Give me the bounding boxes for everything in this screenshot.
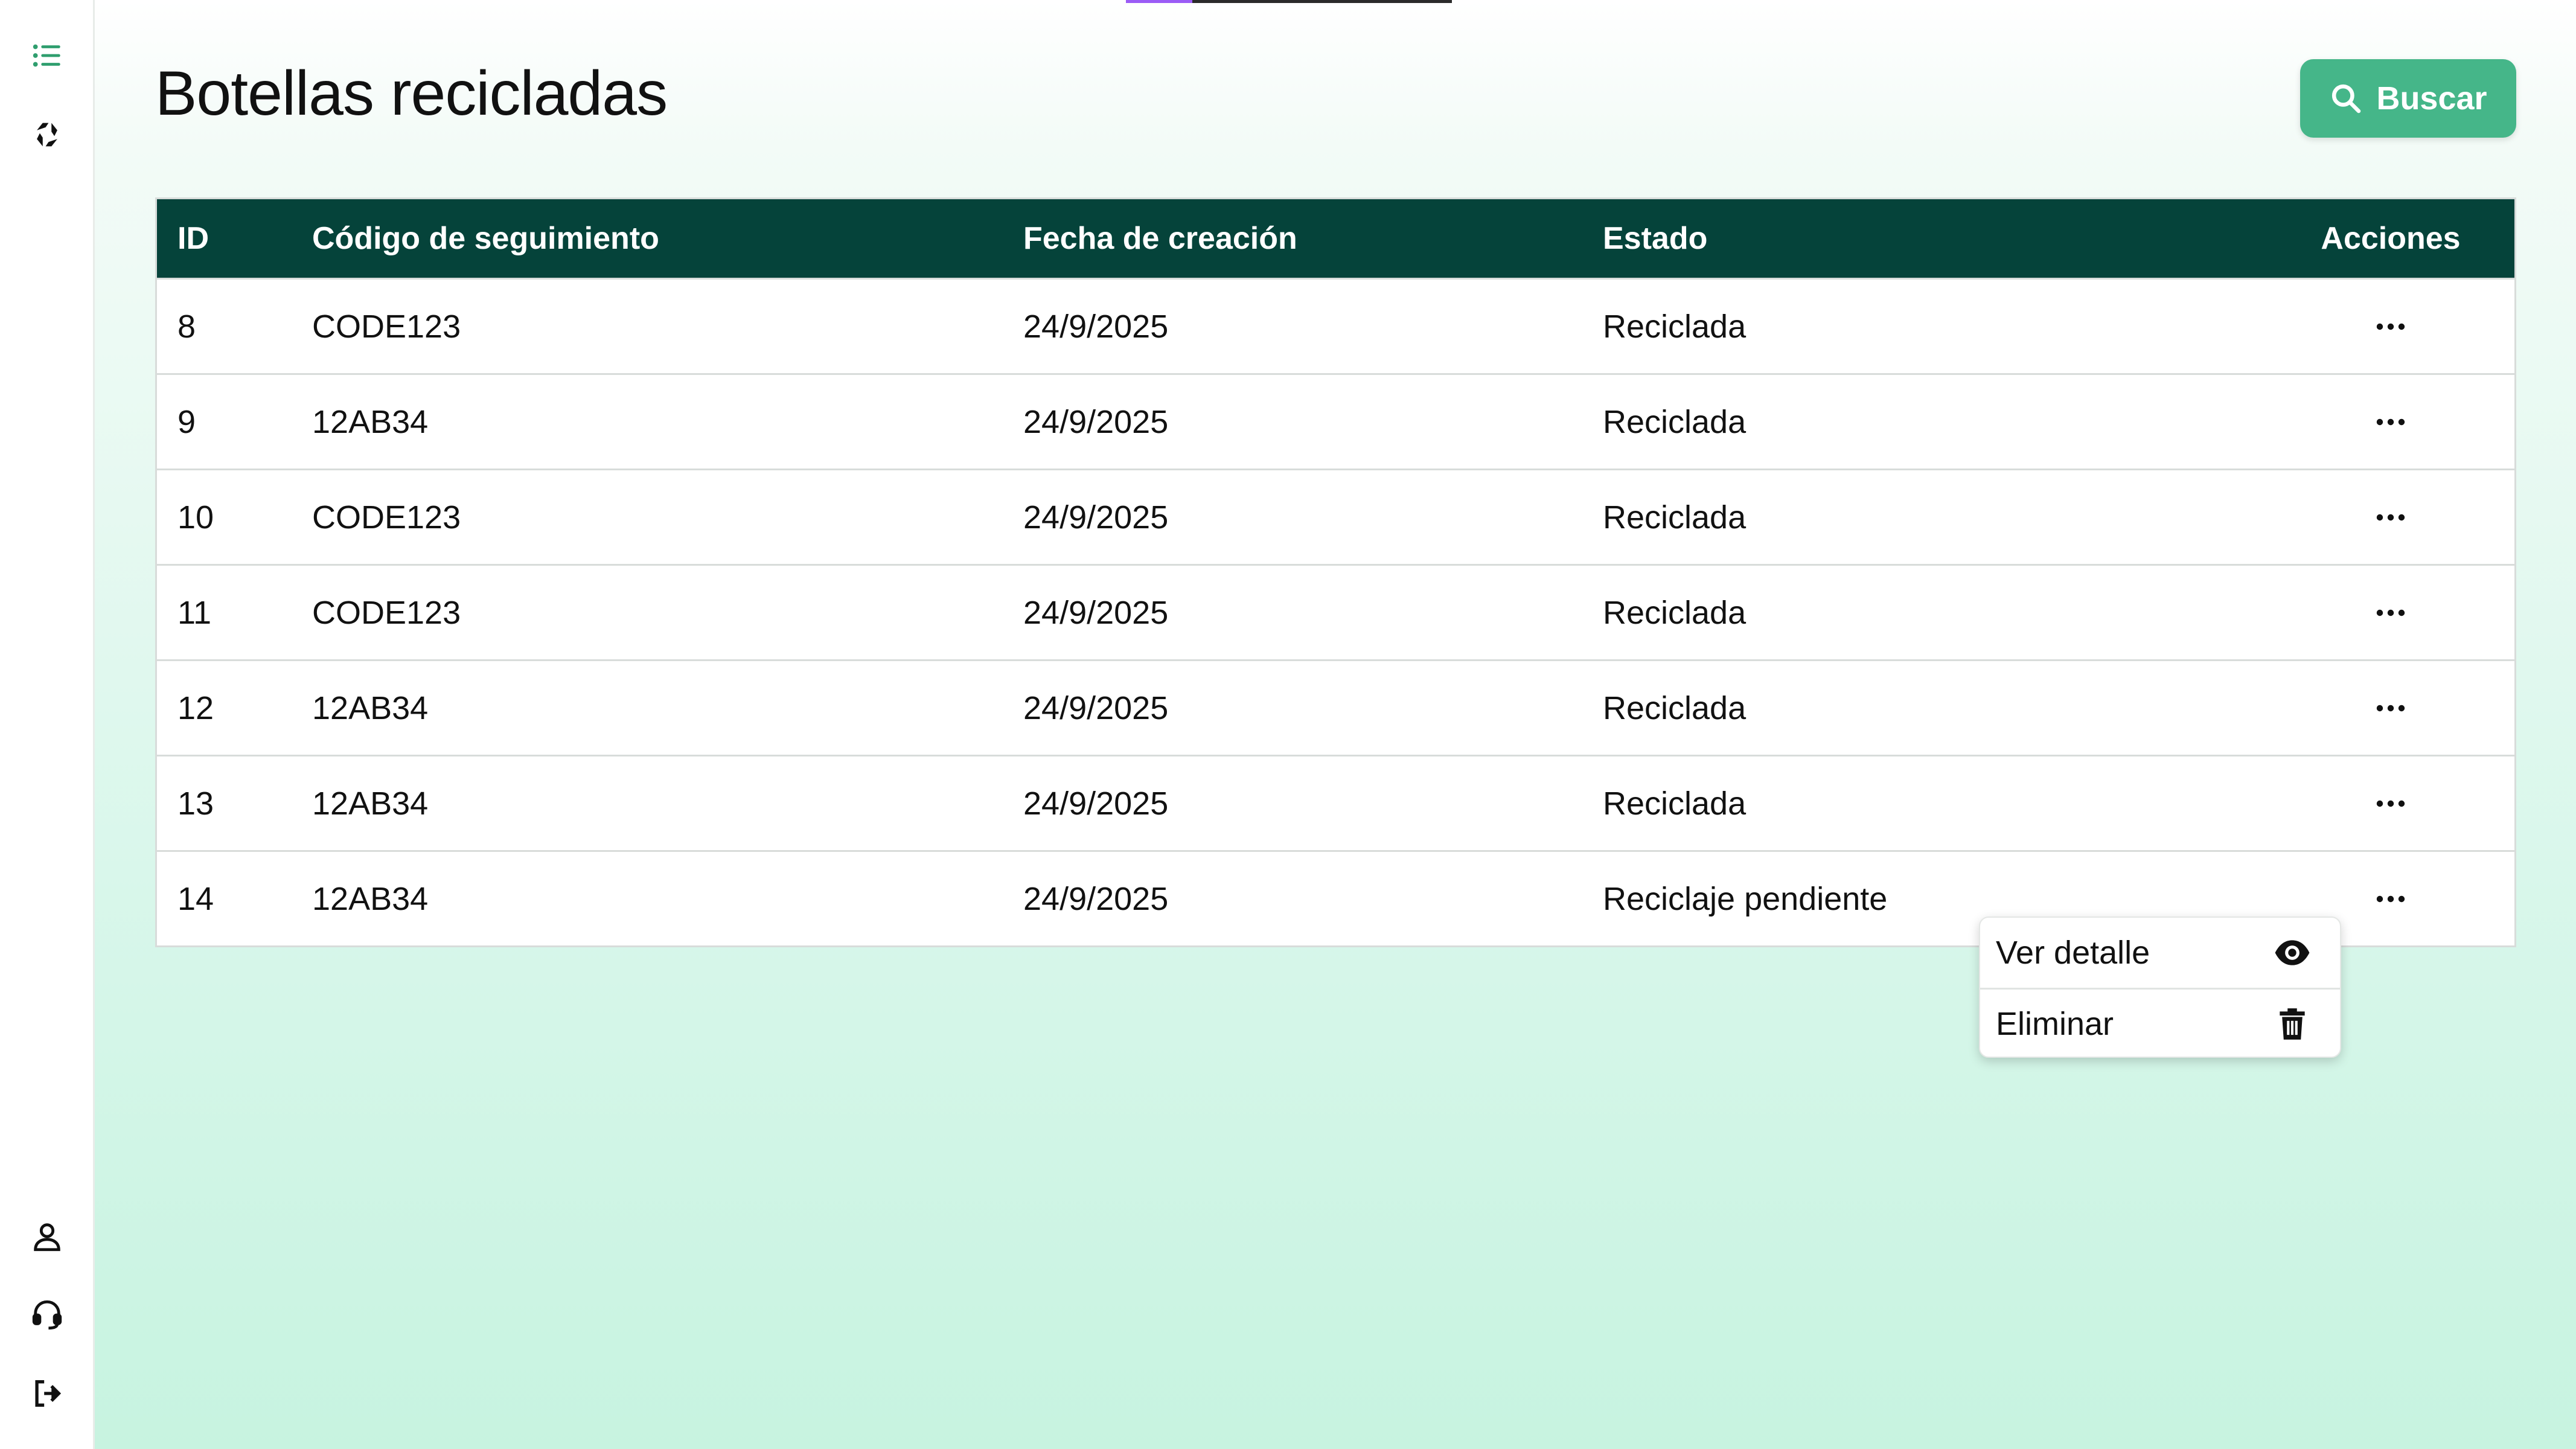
menu-item-delete[interactable]: Eliminar xyxy=(1980,988,2340,1058)
more-icon xyxy=(2376,705,2405,711)
more-icon xyxy=(2376,514,2405,520)
cell-state: Reciclada xyxy=(1603,308,1747,345)
menu-item-view-detail[interactable]: Ver detalle xyxy=(1980,918,2340,988)
cell-id: 11 xyxy=(177,594,212,631)
trash-icon xyxy=(2280,1008,2305,1040)
cell-id: 14 xyxy=(177,880,214,917)
table-row: 12 12AB34 24/9/2025 Reciclada xyxy=(157,659,2514,755)
menu-item-label: Ver detalle xyxy=(1996,935,2150,971)
cell-actions xyxy=(2267,305,2514,348)
list-icon xyxy=(33,44,60,67)
sidebar-item-logout[interactable] xyxy=(23,1369,71,1418)
eye-icon xyxy=(2275,940,2310,965)
cell-state: Reciclada xyxy=(1603,403,1747,440)
row-actions-menu: Ver detalle Eliminar xyxy=(1979,916,2341,1058)
cell-date: 24/9/2025 xyxy=(1023,785,1169,822)
row-actions-button[interactable] xyxy=(2357,592,2424,634)
cell-state: Reciclada xyxy=(1603,499,1747,536)
more-icon xyxy=(2376,800,2405,807)
more-icon xyxy=(2376,323,2405,330)
sidebar-item-recycle[interactable] xyxy=(23,110,71,159)
support-icon xyxy=(32,1300,62,1330)
cell-date: 24/9/2025 xyxy=(1023,880,1169,917)
cell-code: 12AB34 xyxy=(312,689,429,726)
table-row: 13 12AB34 24/9/2025 Reciclada xyxy=(157,755,2514,850)
header-code[interactable]: Código de seguimiento xyxy=(312,220,1023,257)
cell-code: 12AB34 xyxy=(312,403,429,440)
table-row: 11 CODE123 24/9/2025 Reciclada xyxy=(157,564,2514,659)
top-progress-indicator xyxy=(1126,0,1452,3)
sidebar-item-support[interactable] xyxy=(23,1291,71,1339)
cell-actions xyxy=(2267,496,2514,539)
search-button[interactable]: Buscar xyxy=(2300,59,2516,138)
cell-actions xyxy=(2267,401,2514,443)
header-actions: Acciones xyxy=(2321,221,2461,256)
cell-date: 24/9/2025 xyxy=(1023,594,1169,631)
menu-item-label: Eliminar xyxy=(1996,1005,2114,1042)
cell-code: CODE123 xyxy=(312,499,461,536)
header-state[interactable]: Estado xyxy=(1603,220,2267,257)
cell-date: 24/9/2025 xyxy=(1023,403,1169,440)
more-icon xyxy=(2376,418,2405,425)
cell-actions xyxy=(2267,592,2514,634)
row-actions-button[interactable] xyxy=(2357,496,2424,539)
more-icon xyxy=(2376,609,2405,616)
cell-code: CODE123 xyxy=(312,594,461,631)
cell-date: 24/9/2025 xyxy=(1023,499,1169,536)
page-title: Botellas recicladas xyxy=(155,59,668,129)
row-actions-button[interactable] xyxy=(2357,305,2424,348)
cell-actions xyxy=(2267,687,2514,729)
row-actions-button[interactable] xyxy=(2357,782,2424,825)
table-row: 10 CODE123 24/9/2025 Reciclada xyxy=(157,469,2514,564)
cell-id: 13 xyxy=(177,785,214,822)
cell-date: 24/9/2025 xyxy=(1023,308,1169,345)
logout-icon xyxy=(35,1380,62,1407)
cell-code: 12AB34 xyxy=(312,785,429,822)
user-icon xyxy=(34,1223,60,1252)
cell-code: CODE123 xyxy=(312,308,461,345)
cell-state: Reciclaje pendiente xyxy=(1603,880,1888,917)
cell-id: 12 xyxy=(177,689,214,726)
table-row: 9 12AB34 24/9/2025 Reciclada xyxy=(157,373,2514,469)
cell-state: Reciclada xyxy=(1603,785,1747,822)
recycle-icon xyxy=(37,123,57,147)
header-date[interactable]: Fecha de creación xyxy=(1023,220,1603,257)
search-icon xyxy=(2332,84,2361,114)
table-row: 8 CODE123 24/9/2025 Reciclada xyxy=(157,278,2514,373)
cell-state: Reciclada xyxy=(1603,594,1747,631)
more-icon xyxy=(2376,895,2405,902)
header-id[interactable]: ID xyxy=(157,220,312,257)
cell-date: 24/9/2025 xyxy=(1023,689,1169,726)
cell-actions xyxy=(2267,878,2514,920)
sidebar xyxy=(0,0,95,1449)
search-button-label: Buscar xyxy=(2376,80,2487,117)
sidebar-item-list[interactable] xyxy=(23,31,71,80)
sidebar-item-profile[interactable] xyxy=(23,1212,71,1261)
cell-id: 8 xyxy=(177,308,196,345)
cell-code: 12AB34 xyxy=(312,880,429,917)
cell-state: Reciclada xyxy=(1603,689,1747,726)
cell-id: 10 xyxy=(177,499,214,536)
bottles-table: ID Código de seguimiento Fecha de creaci… xyxy=(155,197,2516,947)
table-header: ID Código de seguimiento Fecha de creaci… xyxy=(157,199,2514,278)
cell-id: 9 xyxy=(177,403,196,440)
row-actions-button[interactable] xyxy=(2357,687,2424,729)
cell-actions xyxy=(2267,782,2514,825)
row-actions-button[interactable] xyxy=(2357,401,2424,443)
row-actions-button[interactable] xyxy=(2357,878,2424,920)
